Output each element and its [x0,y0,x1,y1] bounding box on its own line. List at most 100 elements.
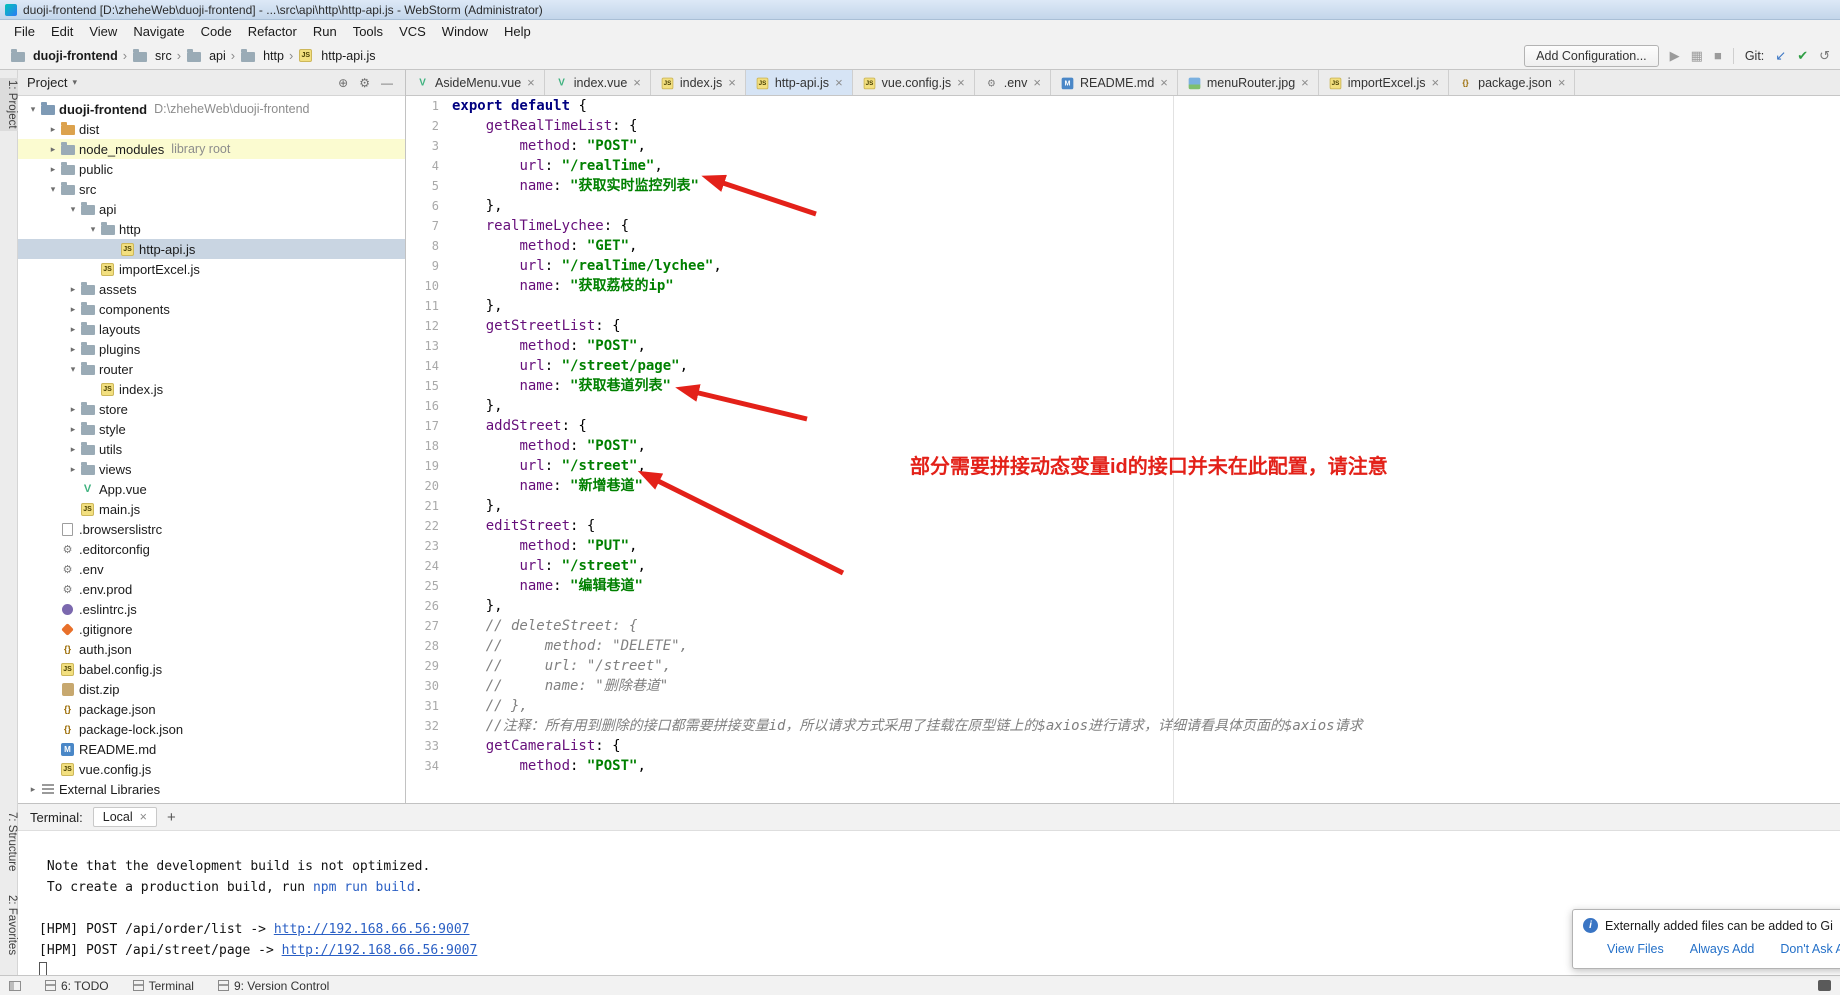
menu-help[interactable]: Help [496,22,539,41]
tab-package-json[interactable]: {}package.json× [1449,70,1575,95]
breadcrumb-item-http-api-js[interactable]: JShttp-api.js [298,49,375,63]
tree-item-external-libraries[interactable]: ▸External Libraries [18,779,405,799]
tree-item-package-json[interactable]: {}package.json [18,699,405,719]
tree-item-style[interactable]: ▸style [18,419,405,439]
event-log-icon[interactable] [1818,980,1831,991]
code-line-32[interactable]: 32 //注释：所有用到删除的接口都需要拼接变量id，所以请求方式采用了挂载在原… [406,716,1840,736]
chevron-right-icon[interactable]: ▸ [66,464,80,475]
terminal-tab-local[interactable]: Local × [93,807,157,827]
close-icon[interactable]: × [633,75,641,90]
menu-window[interactable]: Window [434,22,496,41]
close-icon[interactable]: × [1033,75,1041,90]
chevron-right-icon[interactable]: ▸ [66,324,80,335]
code-line-11[interactable]: 11 }, [406,296,1840,316]
code-line-10[interactable]: 10 name: "获取荔枝的ip" [406,276,1840,296]
chevron-right-icon[interactable]: ▸ [66,424,80,435]
breadcrumb-item-api[interactable]: api [186,49,226,63]
close-icon[interactable]: × [835,75,843,90]
chevron-right-icon[interactable]: ▸ [66,304,80,315]
tab-http-api-js[interactable]: JShttp-api.js× [746,70,853,95]
tab-env[interactable]: ⚙.env× [975,70,1051,95]
tree-item-layouts[interactable]: ▸layouts [18,319,405,339]
code-line-1[interactable]: 1export default { [406,96,1840,116]
close-icon[interactable]: × [728,75,736,90]
tab-menurouter-jpg[interactable]: menuRouter.jpg× [1178,70,1319,95]
tab-index-vue[interactable]: Vindex.vue× [545,70,651,95]
tree-item-package-lock-json[interactable]: {}package-lock.json [18,719,405,739]
menu-vcs[interactable]: VCS [391,22,434,41]
code-line-18[interactable]: 18 method: "POST", [406,436,1840,456]
breadcrumb-item-src[interactable]: src [132,49,172,63]
tree-item-env-prod[interactable]: ⚙.env.prod [18,579,405,599]
code-line-25[interactable]: 25 name: "编辑巷道" [406,576,1840,596]
run-icon[interactable]: ▶ [1670,49,1680,62]
tree-item-utils[interactable]: ▸utils [18,439,405,459]
toolwindow-switcher-icon[interactable] [9,981,21,991]
tree-item-editorconfig[interactable]: ⚙.editorconfig [18,539,405,559]
close-icon[interactable]: × [527,75,535,90]
tree-item-browserslistrc[interactable]: .browserslistrc [18,519,405,539]
tree-item-importexcel-js[interactable]: JSimportExcel.js [18,259,405,279]
code-line-23[interactable]: 23 method: "PUT", [406,536,1840,556]
code-line-8[interactable]: 8 method: "GET", [406,236,1840,256]
code-line-15[interactable]: 15 name: "获取巷道列表" [406,376,1840,396]
tab-vue-config-js[interactable]: JSvue.config.js× [853,70,975,95]
status-item-9-version-control[interactable]: 9: Version Control [218,979,329,993]
stop-icon[interactable]: ■ [1714,49,1722,62]
breadcrumb-item-http[interactable]: http [240,49,284,63]
tool-button-structure[interactable]: 7: Structure [0,810,18,873]
tree-item-main-js[interactable]: JSmain.js [18,499,405,519]
menu-navigate[interactable]: Navigate [125,22,192,41]
tree-item-http[interactable]: ▾http [18,219,405,239]
code-line-33[interactable]: 33 getCameraList: { [406,736,1840,756]
breadcrumb-item-duoji-frontend[interactable]: duoji-frontend [10,49,118,63]
chevron-right-icon[interactable]: ▸ [46,164,60,175]
tab-index-js[interactable]: JSindex.js× [651,70,746,95]
code-line-20[interactable]: 20 name: "新增巷道" [406,476,1840,496]
tab-readme-md[interactable]: MREADME.md× [1051,70,1178,95]
tree-item-env[interactable]: ⚙.env [18,559,405,579]
menu-code[interactable]: Code [193,22,240,41]
tree-item-babel-config-js[interactable]: JSbabel.config.js [18,659,405,679]
code-line-16[interactable]: 16 }, [406,396,1840,416]
chevron-right-icon[interactable]: ▸ [66,344,80,355]
hide-panel-icon[interactable]: — [378,76,396,90]
code-line-12[interactable]: 12 getStreetList: { [406,316,1840,336]
add-configuration-button[interactable]: Add Configuration... [1524,45,1659,67]
code-editor[interactable]: 1export default {2 getRealTimeList: {3 m… [406,96,1840,803]
chevron-down-icon[interactable]: ▾ [86,224,100,235]
notification-action-always-add[interactable]: Always Add [1690,942,1755,956]
code-line-4[interactable]: 4 url: "/realTime", [406,156,1840,176]
tree-item-vue-config-js[interactable]: JSvue.config.js [18,759,405,779]
close-icon[interactable]: × [1432,75,1440,90]
code-line-13[interactable]: 13 method: "POST", [406,336,1840,356]
close-icon[interactable]: × [1558,75,1566,90]
notification-action-don-t-ask-agai[interactable]: Don't Ask Agai [1780,942,1840,956]
tree-item-http-api-js[interactable]: JShttp-api.js [18,239,405,259]
tree-item-public[interactable]: ▸public [18,159,405,179]
chevron-right-icon[interactable]: ▸ [46,124,60,135]
chevron-down-icon[interactable]: ▾ [66,364,80,375]
code-line-28[interactable]: 28 // method: "DELETE", [406,636,1840,656]
tree-item-auth-json[interactable]: {}auth.json [18,639,405,659]
menu-run[interactable]: Run [305,22,345,41]
tab-importexcel-js[interactable]: JSimportExcel.js× [1319,70,1449,95]
close-icon[interactable]: × [1160,75,1168,90]
code-line-34[interactable]: 34 method: "POST", [406,756,1840,776]
tree-item-router[interactable]: ▾router [18,359,405,379]
tree-item-gitignore[interactable]: .gitignore [18,619,405,639]
code-line-9[interactable]: 9 url: "/realTime/lychee", [406,256,1840,276]
menu-tools[interactable]: Tools [345,22,391,41]
history-icon[interactable]: ↺ [1819,49,1830,62]
tree-item-api[interactable]: ▾api [18,199,405,219]
tree-item-plugins[interactable]: ▸plugins [18,339,405,359]
tree-item-eslintrc-js[interactable]: .eslintrc.js [18,599,405,619]
new-terminal-icon[interactable]: + [167,809,176,826]
code-line-27[interactable]: 27 // deleteStreet: { [406,616,1840,636]
locate-icon[interactable]: ⊕ [335,76,351,90]
code-line-24[interactable]: 24 url: "/street", [406,556,1840,576]
settings-icon[interactable]: ⚙ [356,76,373,90]
code-line-26[interactable]: 26 }, [406,596,1840,616]
terminal-output[interactable]: Note that the development build is not o… [18,831,1840,982]
chevron-right-icon[interactable]: ▸ [66,284,80,295]
